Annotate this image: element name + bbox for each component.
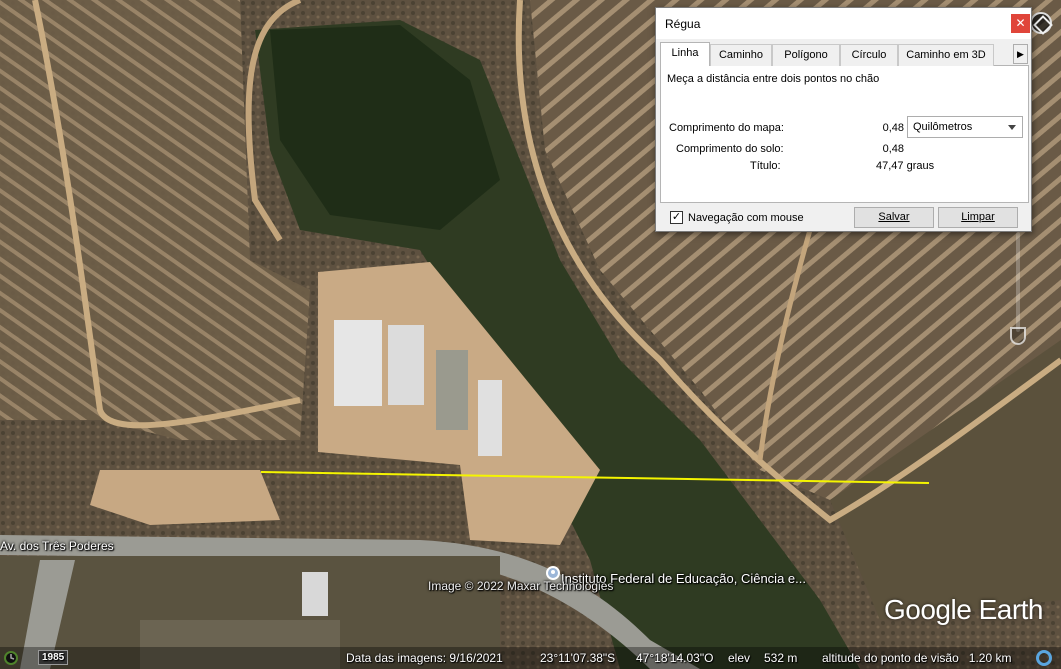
ground-length-value: 0,48 bbox=[882, 143, 904, 155]
ground-length-label: Comprimento do solo: bbox=[676, 143, 784, 155]
tab-strip: Linha Caminho Polígono Círculo Caminho e… bbox=[660, 42, 1029, 67]
imagery-date: Data das imagens: 9/16/2021 bbox=[346, 651, 503, 665]
history-year-badge[interactable]: 1985 bbox=[38, 650, 69, 665]
heading-label: Título: bbox=[750, 160, 781, 172]
tilt-reset-icon[interactable] bbox=[1036, 650, 1052, 666]
imagery-copyright: Image © 2022 Maxar Technologies bbox=[428, 579, 614, 593]
compass-north-button[interactable] bbox=[1030, 12, 1052, 34]
dialog-titlebar[interactable]: Régua ✕ bbox=[656, 8, 1031, 39]
elevation-value: 532 m bbox=[764, 651, 798, 665]
place-pin-icon[interactable] bbox=[546, 566, 560, 580]
eye-altitude: altitude do ponto de visão 1.20 km bbox=[822, 651, 1012, 665]
heading-value: 47,47 graus bbox=[876, 160, 935, 172]
close-icon: ✕ bbox=[1015, 16, 1026, 30]
zoom-slider-track[interactable] bbox=[1016, 232, 1020, 332]
south-building bbox=[302, 572, 328, 616]
map-length-label: Comprimento do mapa: bbox=[669, 122, 784, 134]
save-button[interactable]: Salvar bbox=[854, 207, 934, 228]
instruction-text: Meça a distância entre dois pontos no ch… bbox=[667, 73, 880, 85]
close-button[interactable]: ✕ bbox=[1011, 14, 1030, 33]
chevron-right-icon: ▶ bbox=[1017, 49, 1024, 59]
building-1 bbox=[334, 320, 382, 406]
google-earth-logo: Google Earth bbox=[884, 594, 1044, 625]
elevation-label: elev bbox=[728, 651, 751, 665]
tab-caminho-3d[interactable]: Caminho em 3D bbox=[898, 44, 994, 66]
map-length-value: 0,48 bbox=[882, 122, 904, 134]
dialog-title: Régua bbox=[665, 17, 701, 31]
status-bar: 1985 Data das imagens: 9/16/2021 23°11'0… bbox=[0, 647, 1061, 669]
ruler-dialog: Régua ✕ Linha Caminho Polígono Círculo C… bbox=[655, 7, 1032, 232]
tab-caminho[interactable]: Caminho bbox=[710, 44, 772, 66]
building-3 bbox=[436, 350, 468, 430]
tab-panel-linha: Meça a distância entre dois pontos no ch… bbox=[660, 66, 1029, 203]
building-2 bbox=[388, 325, 424, 405]
clear-button[interactable]: Limpar bbox=[938, 207, 1018, 228]
tab-scroll-right-button[interactable]: ▶ bbox=[1013, 44, 1028, 64]
chevron-down-icon bbox=[1008, 125, 1016, 130]
mouse-navigation-checkbox[interactable]: ✓ bbox=[670, 211, 683, 224]
unit-select[interactable]: Quilômetros bbox=[907, 116, 1023, 138]
longitude-readout: 47°18'14.03"O bbox=[636, 651, 714, 665]
road-label: Av. dos Três Poderes bbox=[0, 539, 114, 553]
tab-circulo[interactable]: Círculo bbox=[840, 44, 898, 66]
checkmark-icon: ✓ bbox=[671, 211, 682, 223]
tab-linha[interactable]: Linha bbox=[660, 42, 710, 67]
tab-poligono[interactable]: Polígono bbox=[772, 44, 840, 66]
latitude-readout: 23°11'07.38"S bbox=[540, 651, 616, 665]
zoom-slider[interactable] bbox=[1010, 232, 1026, 347]
zoom-slider-handle[interactable] bbox=[1010, 327, 1026, 345]
unit-select-value: Quilômetros bbox=[913, 121, 973, 133]
building-4 bbox=[478, 380, 502, 456]
mouse-navigation-label[interactable]: Navegação com mouse bbox=[688, 212, 804, 224]
